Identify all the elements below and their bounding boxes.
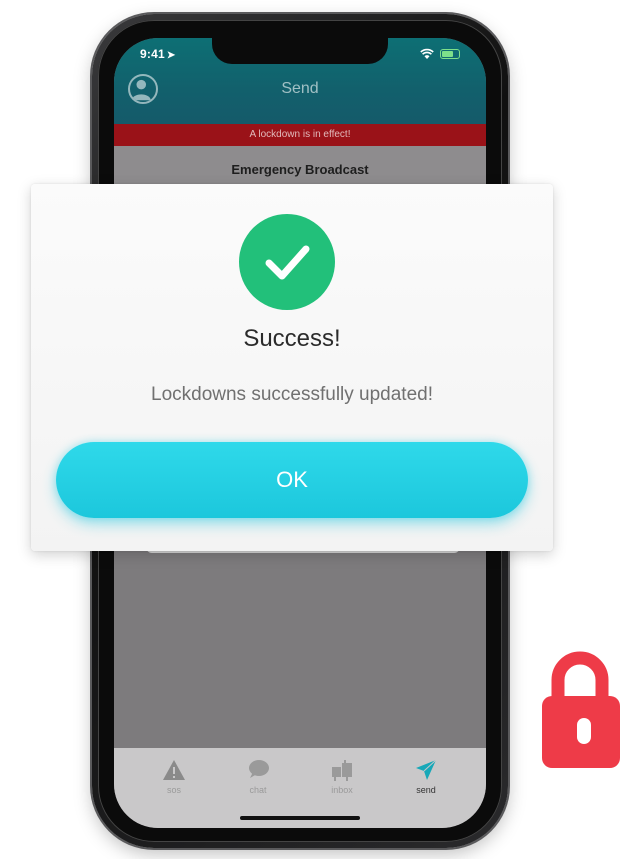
battery-icon (440, 49, 460, 59)
tab-chat-label: chat (249, 785, 267, 795)
emergency-broadcast-title: Emergency Broadcast (231, 162, 369, 177)
tab-send-label: send (416, 785, 436, 795)
status-time: 9:41 ➤ (140, 47, 175, 61)
padlock-icon (542, 651, 620, 768)
header-title: Send (281, 80, 319, 97)
status-icons (420, 48, 460, 60)
location-arrow-icon: ➤ (166, 50, 176, 61)
dialog-message: Lockdowns successfully updated! (151, 384, 433, 405)
tab-bar: sos chat inbox send (114, 748, 486, 828)
status-time-text: 9:41 (140, 47, 165, 61)
tab-inbox-label: inbox (331, 785, 353, 795)
paper-plane-icon (416, 759, 437, 780)
tab-sos-label: sos (166, 785, 181, 795)
dialog-title: Success! (243, 325, 341, 352)
checkmark-icon (265, 245, 310, 280)
tab-sos[interactable]: sos (144, 748, 204, 828)
home-indicator[interactable] (240, 816, 360, 820)
chat-bubble-icon (249, 760, 269, 778)
checkmark-circle-icon (239, 214, 335, 310)
tab-send[interactable]: send (396, 748, 456, 828)
ok-button[interactable]: OK (56, 442, 528, 518)
success-dialog: Success! Lockdowns successfully updated!… (31, 184, 553, 551)
warning-icon (163, 760, 185, 780)
wifi-icon (420, 48, 434, 59)
mailbox-icon (332, 760, 352, 781)
lockdown-banner: A lockdown is in effect! (114, 124, 486, 146)
phone-notch (212, 38, 388, 64)
app-header: 9:41 ➤ Send (114, 38, 486, 124)
